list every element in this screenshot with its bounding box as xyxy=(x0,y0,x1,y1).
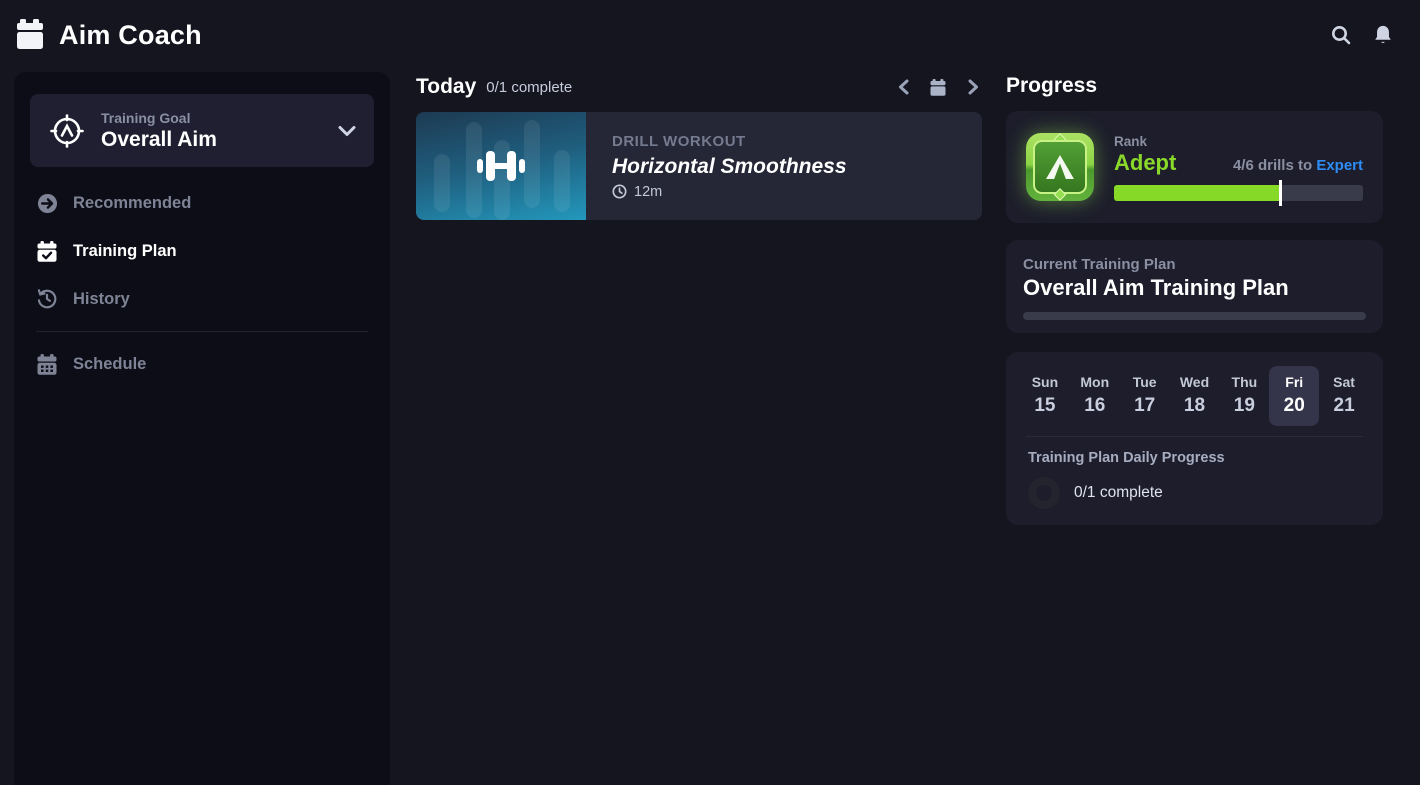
rank-badge-icon xyxy=(1026,133,1094,201)
next-day-chevron-right-icon[interactable] xyxy=(964,78,982,96)
drill-workout-card[interactable]: DRILL WORKOUT Horizontal Smoothness 12m xyxy=(416,112,982,220)
sidebar-divider xyxy=(36,331,368,332)
topbar: Aim Coach xyxy=(0,0,1420,70)
sidebar-item-recommended[interactable]: Recommended xyxy=(36,179,368,227)
prev-day-chevron-left-icon[interactable] xyxy=(894,78,912,96)
app-logo-calendar-icon xyxy=(16,19,46,51)
drill-kicker: DRILL WORKOUT xyxy=(612,133,956,150)
sidebar-item-label: Recommended xyxy=(73,194,191,213)
rank-progress-fill xyxy=(1114,185,1280,201)
calendar-grid-icon xyxy=(36,353,58,375)
plan-progress-bar xyxy=(1023,312,1366,320)
calendar-divider xyxy=(1026,436,1363,437)
rank-progress-tick xyxy=(1279,180,1282,206)
drill-title: Horizontal Smoothness xyxy=(612,155,956,179)
sidebar-item-training-plan[interactable]: Training Plan xyxy=(36,227,368,275)
sidebar: Training Goal Overall Aim Recommended xyxy=(14,72,390,785)
week-cell[interactable]: Wed 18 xyxy=(1170,366,1220,426)
daily-progress-ring xyxy=(1028,477,1060,509)
app-title: Aim Coach xyxy=(59,20,202,51)
search-icon[interactable] xyxy=(1328,22,1354,48)
sidebar-item-schedule[interactable]: Schedule xyxy=(36,340,368,388)
rank-progress-bar xyxy=(1114,185,1363,201)
training-goal-label: Training Goal xyxy=(101,110,323,126)
week-strip: Sun 15 Mon 16 Tue 17 Wed 18 Thu 19 Fri 2… xyxy=(1020,366,1369,426)
clock-icon xyxy=(612,184,627,199)
calendar-check-icon xyxy=(36,240,58,262)
week-cell[interactable]: Mon 16 xyxy=(1070,366,1120,426)
rank-card: Rank Adept 4/6 drills to Expert xyxy=(1006,111,1383,223)
jump-to-today-calendar-icon[interactable] xyxy=(929,78,947,96)
weekly-calendar-card: Sun 15 Mon 16 Tue 17 Wed 18 Thu 19 Fri 2… xyxy=(1006,352,1383,525)
week-cell[interactable]: Sun 15 xyxy=(1020,366,1070,426)
week-cell[interactable]: Fri 20 xyxy=(1269,366,1319,426)
chevron-down-icon xyxy=(338,125,356,137)
drill-duration: 12m xyxy=(634,184,662,200)
notifications-bell-icon[interactable] xyxy=(1370,22,1396,48)
sidebar-item-label: Schedule xyxy=(73,355,146,374)
drill-thumbnail xyxy=(416,112,586,220)
sidebar-nav: Recommended Training Plan xyxy=(14,179,390,388)
sidebar-item-label: Training Plan xyxy=(73,242,177,261)
next-rank-name: Expert xyxy=(1316,157,1363,174)
rank-label: Rank xyxy=(1114,134,1363,149)
history-clock-icon xyxy=(36,288,58,310)
arrow-right-circle-icon xyxy=(36,192,58,214)
today-title: Today xyxy=(416,75,476,99)
sidebar-item-history[interactable]: History xyxy=(36,275,368,323)
rank-next-text: 4/6 drills to Expert xyxy=(1233,157,1363,174)
current-plan-label: Current Training Plan xyxy=(1023,256,1366,273)
daily-progress-status: 0/1 complete xyxy=(1074,484,1163,502)
dumbbell-icon xyxy=(470,143,532,189)
today-section: Today 0/1 complete xyxy=(416,74,982,220)
current-plan-card: Current Training Plan Overall Aim Traini… xyxy=(1006,240,1383,333)
progress-title: Progress xyxy=(1006,74,1383,98)
goal-scope-icon xyxy=(48,112,86,150)
training-goal-value: Overall Aim xyxy=(101,128,323,152)
current-plan-name: Overall Aim Training Plan xyxy=(1023,275,1366,301)
daily-progress-label: Training Plan Daily Progress xyxy=(1028,450,1361,466)
progress-section: Progress Rank Adept 4/6 drills to Expert… xyxy=(1006,74,1383,525)
sidebar-item-label: History xyxy=(73,290,130,309)
training-goal-selector[interactable]: Training Goal Overall Aim xyxy=(30,94,374,167)
today-status: 0/1 complete xyxy=(486,79,572,96)
week-cell[interactable]: Thu 19 xyxy=(1219,366,1269,426)
week-cell[interactable]: Sat 21 xyxy=(1319,366,1369,426)
rank-value: Adept xyxy=(1114,150,1176,176)
week-cell[interactable]: Tue 17 xyxy=(1120,366,1170,426)
